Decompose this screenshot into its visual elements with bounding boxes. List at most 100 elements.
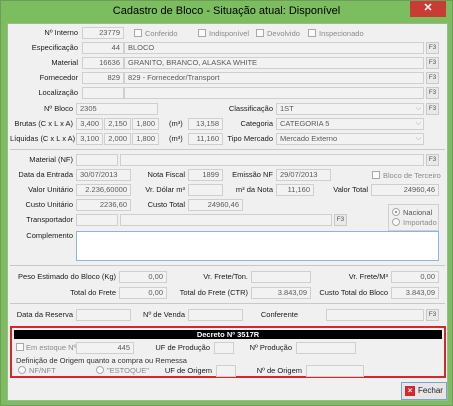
numero-bloco-field[interactable]: 2305 bbox=[76, 103, 158, 115]
divider bbox=[10, 303, 445, 304]
transportador-text[interactable] bbox=[120, 214, 332, 226]
estoque-option-label: "ESTOQUE" bbox=[107, 366, 149, 375]
classificacao-select[interactable]: 1ST ⌵ bbox=[276, 103, 424, 115]
m3-nota-field[interactable]: 11,160 bbox=[276, 184, 314, 196]
localizacao-text[interactable] bbox=[124, 87, 424, 99]
nf-nft-radio[interactable] bbox=[18, 366, 26, 374]
fornecedor-code[interactable]: 829 bbox=[82, 72, 124, 84]
indisponivel-checkbox[interactable] bbox=[198, 29, 206, 37]
conferente-field[interactable] bbox=[326, 309, 424, 321]
tipo-mercado-value: Mercado Externo bbox=[280, 134, 338, 143]
nacional-radio[interactable] bbox=[392, 208, 400, 216]
divider bbox=[10, 149, 445, 150]
frete-ton-field[interactable] bbox=[251, 271, 311, 283]
complemento-textarea[interactable] bbox=[76, 231, 439, 261]
peso-estimado-field[interactable]: 0,00 bbox=[119, 271, 167, 283]
liquidas-l[interactable]: 2,000 bbox=[104, 133, 131, 145]
material-nf-text[interactable] bbox=[120, 154, 424, 166]
valor-total-field[interactable]: 24960,46 bbox=[371, 184, 439, 196]
liquidas-c[interactable]: 3,100 bbox=[76, 133, 103, 145]
especificacao-code[interactable]: 44 bbox=[82, 42, 124, 54]
devolvido-checkbox[interactable] bbox=[256, 29, 264, 37]
close-button[interactable]: ✕ bbox=[410, 1, 446, 17]
nota-fiscal-field[interactable]: 1899 bbox=[188, 169, 223, 181]
material-nf-code[interactable] bbox=[76, 154, 118, 166]
inspecionado-label: Inspecionado bbox=[319, 29, 364, 38]
estoque-radio[interactable] bbox=[96, 366, 104, 374]
decreto-section: Decreto Nº 3517R Em estoque Nº 445 UF de… bbox=[10, 326, 446, 378]
categoria-select[interactable]: CATEGORIA 5 ⌵ bbox=[276, 118, 424, 130]
brutas-m3-label: (m³) bbox=[169, 119, 183, 128]
peso-estimado-label: Peso Estimado do Bloco (Kg) bbox=[18, 272, 116, 281]
numero-origem-field[interactable] bbox=[306, 365, 364, 377]
bloco-terceiro-checkbox[interactable] bbox=[372, 171, 380, 179]
frete-m3-label: Vr. Frete/M³ bbox=[348, 272, 388, 281]
close-icon: × bbox=[405, 385, 416, 396]
numero-interno-field[interactable]: 23779 bbox=[82, 27, 124, 39]
numero-origem-label: Nº de Origem bbox=[256, 366, 302, 375]
total-frete-field[interactable]: 0,00 bbox=[119, 287, 167, 299]
uf-origem-field[interactable] bbox=[216, 365, 236, 377]
inspecionado-checkbox[interactable] bbox=[308, 29, 316, 37]
conferente-f3-button[interactable]: F3 bbox=[426, 309, 439, 321]
emissao-nf-field[interactable]: 29/07/2013 bbox=[276, 169, 331, 181]
dolar-m3-field[interactable] bbox=[188, 184, 223, 196]
fechar-button[interactable]: × Fechar bbox=[401, 382, 447, 400]
uf-producao-label: UF de Produção bbox=[155, 343, 210, 352]
em-estoque-label: Em estoque Nº bbox=[26, 343, 77, 352]
brutas-c[interactable]: 3,400 bbox=[76, 118, 103, 130]
classificacao-label: Classificação bbox=[228, 104, 273, 113]
em-estoque-field[interactable]: 445 bbox=[76, 342, 134, 354]
data-entrada-field[interactable]: 30/07/2013 bbox=[76, 169, 131, 181]
especificacao-f3-button[interactable]: F3 bbox=[426, 42, 439, 54]
brutas-label: Brutas (C x L x A) bbox=[14, 119, 74, 128]
numero-interno-label: Nº Interno bbox=[44, 28, 78, 37]
classificacao-value: 1ST bbox=[280, 104, 294, 113]
window-title: Cadastro de Bloco - Situação atual: Disp… bbox=[112, 5, 341, 17]
numero-venda-label: Nº de Venda bbox=[143, 310, 185, 319]
fornecedor-f3-button[interactable]: F3 bbox=[426, 72, 439, 84]
numero-venda-field[interactable] bbox=[188, 309, 243, 321]
especificacao-text[interactable]: BLOCO bbox=[124, 42, 424, 54]
data-entrada-label: Data da Entrada bbox=[18, 170, 73, 179]
divider bbox=[10, 265, 445, 266]
numero-producao-field[interactable] bbox=[296, 342, 356, 354]
custo-total-field[interactable]: 24960,46 bbox=[188, 199, 243, 211]
material-text[interactable]: GRANITO, BRANCO, ALASKA WHITE bbox=[124, 57, 424, 69]
classificacao-f3-button[interactable]: F3 bbox=[426, 103, 439, 115]
material-nf-f3-button[interactable]: F3 bbox=[426, 154, 439, 166]
tipo-mercado-select[interactable]: Mercado Externo ⌵ bbox=[276, 133, 424, 145]
total-frete-ctr-field[interactable]: 3.843,09 bbox=[251, 287, 311, 299]
localizacao-f3-button[interactable]: F3 bbox=[426, 87, 439, 99]
transportador-code[interactable] bbox=[76, 214, 118, 226]
total-frete-ctr-label: Total do Frete (CTR) bbox=[179, 288, 248, 297]
transportador-label: Transportador bbox=[26, 215, 73, 224]
material-f3-button[interactable]: F3 bbox=[426, 57, 439, 69]
data-reserva-field[interactable] bbox=[76, 309, 131, 321]
brutas-a[interactable]: 1,800 bbox=[132, 118, 159, 130]
custo-total-bloco-label: Custo Total do Bloco bbox=[319, 288, 388, 297]
nf-nft-label: NF/NFT bbox=[29, 366, 56, 375]
liquidas-a[interactable]: 1,800 bbox=[132, 133, 159, 145]
material-code[interactable]: 16636 bbox=[82, 57, 124, 69]
custo-total-label: Custo Total bbox=[147, 200, 185, 209]
fornecedor-text[interactable]: 829 - Fornecedor/Transport bbox=[124, 72, 424, 84]
localizacao-code[interactable] bbox=[82, 87, 124, 99]
em-estoque-checkbox[interactable] bbox=[16, 343, 24, 351]
valor-unitario-field[interactable]: 2.236,60000 bbox=[76, 184, 131, 196]
decreto-title: Decreto Nº 3517R bbox=[14, 330, 442, 339]
custo-total-bloco-field[interactable]: 3.843,09 bbox=[391, 287, 439, 299]
uf-origem-label: UF de Origem bbox=[164, 366, 212, 375]
custo-unitario-field[interactable]: 2236,60 bbox=[76, 199, 131, 211]
brutas-l[interactable]: 2,150 bbox=[104, 118, 131, 130]
conferido-checkbox[interactable] bbox=[134, 29, 142, 37]
tipo-mercado-label: Tipo Mercado bbox=[227, 134, 273, 143]
categoria-value: CATEGORIA 5 bbox=[280, 119, 330, 128]
bloco-terceiro-label: Bloco de Terceiro bbox=[383, 171, 441, 180]
transportador-f3-button[interactable]: F3 bbox=[334, 214, 347, 226]
frete-m3-field[interactable]: 0,00 bbox=[391, 271, 439, 283]
categoria-label: Categoria bbox=[240, 119, 273, 128]
importado-radio[interactable] bbox=[392, 218, 400, 226]
uf-producao-field[interactable] bbox=[214, 342, 234, 354]
complemento-label: Complemento bbox=[26, 231, 73, 240]
